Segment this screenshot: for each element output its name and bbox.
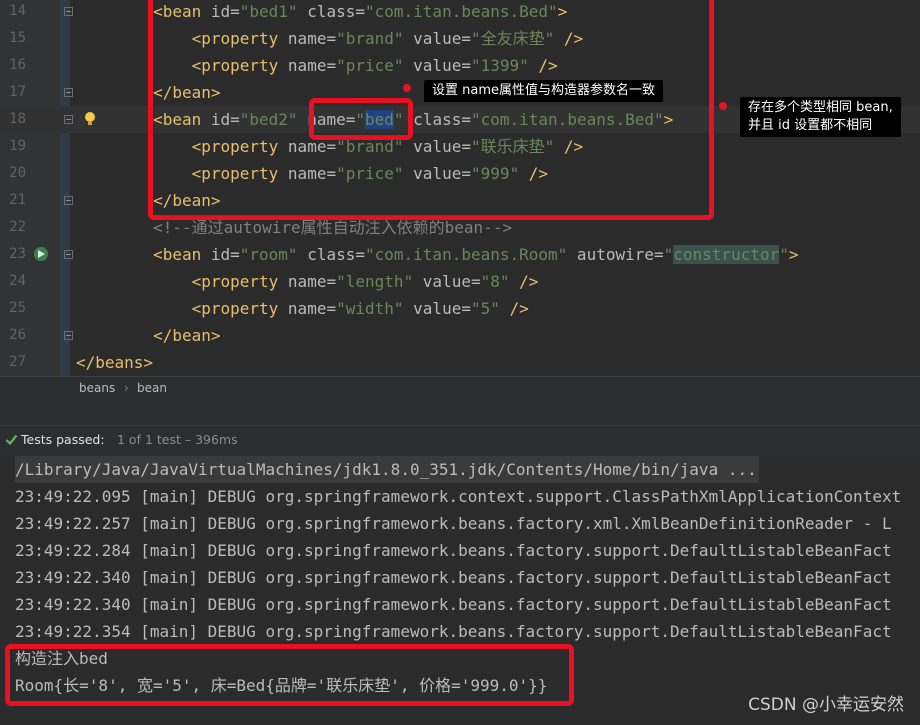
tool-window-header xyxy=(0,400,920,426)
code-token: <property xyxy=(191,299,288,318)
code-text: <bean id="room" class="com.itan.beans.Ro… xyxy=(76,241,799,268)
line-number[interactable]: 16 xyxy=(0,52,26,79)
code-line[interactable]: 26 </bean> xyxy=(0,322,920,349)
log-line[interactable]: 23:49:22.284 [main] DEBUG org.springfram… xyxy=(15,537,892,564)
log-line[interactable]: 23:49:22.340 [main] DEBUG org.springfram… xyxy=(15,564,892,591)
tests-detail: 1 of 1 test – 396ms xyxy=(117,432,238,447)
code-line[interactable]: 25 <property name="width" value="5" /> xyxy=(0,295,920,322)
code-token: /> xyxy=(499,299,529,318)
breadcrumb-item-beans[interactable]: beans xyxy=(79,377,115,400)
code-token: class= xyxy=(297,245,365,264)
code-token: > xyxy=(788,245,799,264)
line-number[interactable]: 27 xyxy=(0,349,26,376)
breadcrumb-separator: › xyxy=(124,381,129,395)
breadcrumb: beans › bean xyxy=(0,376,920,400)
line-number[interactable]: 26 xyxy=(0,322,26,349)
bean-note: 存在多个类型相同 bean, 并且 id 设置都不相同 xyxy=(740,97,901,137)
line-number[interactable]: 14 xyxy=(0,0,26,25)
line-number[interactable]: 17 xyxy=(0,79,26,106)
java-command-line[interactable]: /Library/Java/JavaVirtualMachines/jdk1.8… xyxy=(15,456,759,483)
lightbulb-icon[interactable] xyxy=(82,110,98,128)
code-token: "room" xyxy=(239,245,298,264)
code-token: value= xyxy=(413,272,481,291)
breadcrumb-item-bean[interactable]: bean xyxy=(137,377,167,400)
line-number[interactable]: 20 xyxy=(0,160,26,187)
code-token: <bean xyxy=(153,245,211,264)
code-token: name= xyxy=(287,299,337,318)
tests-passed-label: Tests passed: xyxy=(21,432,105,447)
name-note: 设置 name属性值与构造器参数名一致 xyxy=(424,80,663,102)
line-number[interactable]: 22 xyxy=(0,214,26,241)
code-text: <property name="width" value="5" /> xyxy=(76,295,529,322)
code-token: value= xyxy=(403,299,471,318)
run-console[interactable]: /Library/Java/JavaVirtualMachines/jdk1.8… xyxy=(0,454,920,725)
code-token: " xyxy=(663,245,674,264)
line-number[interactable]: 18 xyxy=(0,106,26,133)
code-token: <property xyxy=(191,272,288,291)
check-icon xyxy=(5,434,18,446)
test-status-bar: Tests passed: 1 of 1 test – 396ms xyxy=(0,426,920,454)
fold-toggle-icon[interactable] xyxy=(64,250,73,259)
log-line[interactable]: 23:49:22.095 [main] DEBUG org.springfram… xyxy=(15,483,901,510)
run-gutter-icon[interactable] xyxy=(32,245,50,263)
log-line[interactable]: 23:49:22.340 [main] DEBUG org.springfram… xyxy=(15,591,892,618)
name-note-marker xyxy=(403,84,411,92)
watermark: CSDN @小幸运安然 xyxy=(748,695,904,715)
code-token: constructor xyxy=(673,245,780,264)
code-token: <!--通过autowire属性自动注入依赖的bean--> xyxy=(153,218,513,237)
line-number[interactable]: 25 xyxy=(0,295,26,322)
log-line[interactable]: 23:49:22.354 [main] DEBUG org.springfram… xyxy=(15,618,892,645)
fold-toggle-icon[interactable] xyxy=(64,115,73,124)
fold-toggle-icon[interactable] xyxy=(64,7,73,16)
code-token: "com.itan.beans.Room" xyxy=(365,245,568,264)
name-attribute-highlight xyxy=(309,98,413,140)
code-text: <property name="length" value="8" /> xyxy=(76,268,539,295)
code-editor[interactable]: 14 <bean id="bed1" class="com.itan.beans… xyxy=(0,0,920,376)
code-token: "length" xyxy=(336,272,414,291)
line-number[interactable]: 15 xyxy=(0,25,26,52)
fold-toggle-icon[interactable] xyxy=(64,88,73,97)
code-token: /> xyxy=(509,272,539,291)
code-token: </beans> xyxy=(76,353,154,372)
fold-toggle-icon[interactable] xyxy=(64,331,73,340)
code-token: autowire= xyxy=(567,245,664,264)
log-line[interactable]: 23:49:22.257 [main] DEBUG org.springfram… xyxy=(15,510,892,537)
code-line[interactable]: 27 </beans> xyxy=(0,349,920,376)
fold-toggle-icon[interactable] xyxy=(64,196,73,205)
code-token: name= xyxy=(287,272,337,291)
code-token: </bean> xyxy=(153,326,221,345)
line-number[interactable]: 21 xyxy=(0,187,26,214)
output-highlight xyxy=(5,644,574,706)
bean-definitions-highlight xyxy=(148,0,714,220)
code-token: id= xyxy=(210,245,240,264)
code-token: "5" xyxy=(470,299,500,318)
code-text: </beans> xyxy=(76,349,153,376)
code-text: </bean> xyxy=(76,322,221,349)
code-line[interactable]: 24 <property name="length" value="8" /> xyxy=(0,268,920,295)
bean-note-marker xyxy=(719,102,727,110)
code-token: "width" xyxy=(336,299,404,318)
line-number[interactable]: 19 xyxy=(0,133,26,160)
code-token: " xyxy=(779,245,789,264)
line-number[interactable]: 24 xyxy=(0,268,26,295)
code-token: "8" xyxy=(480,272,510,291)
code-line[interactable]: 23 <bean id="room" class="com.itan.beans… xyxy=(0,241,920,268)
line-number[interactable]: 23 xyxy=(0,241,26,268)
